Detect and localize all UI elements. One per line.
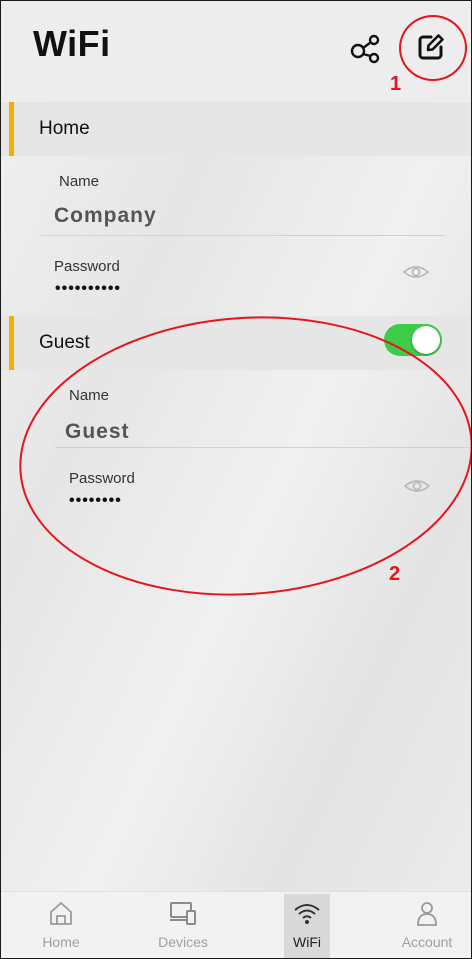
home-icon [50, 902, 72, 925]
page-title: WiFi [33, 23, 111, 64]
home-network-name[interactable]: Company [54, 204, 157, 228]
name-label: Name [59, 173, 100, 190]
eye-icon[interactable] [402, 263, 430, 281]
callout-number-2: 2 [389, 563, 401, 585]
account-icon [417, 902, 437, 926]
section-home: Home [1, 102, 471, 156]
nav-label-home: Home [42, 934, 80, 950]
nav-item-account[interactable]: Account [382, 892, 471, 958]
wifi-icon [294, 904, 320, 924]
share-button[interactable] [348, 31, 384, 67]
callout-circle-1 [399, 15, 467, 81]
app-screen: WiFi 1 Home Name Company Password ••••••… [0, 0, 472, 959]
nav-item-devices[interactable]: Devices [138, 892, 228, 958]
home-password-value[interactable]: •••••••••• [55, 280, 121, 298]
nav-label-wifi: WiFi [293, 934, 321, 950]
nav-item-home[interactable]: Home [16, 892, 106, 958]
divider [41, 235, 445, 236]
nav-item-wifi[interactable]: WiFi [262, 892, 352, 958]
nav-label-account: Account [401, 934, 453, 950]
callout-number-1: 1 [390, 73, 402, 95]
bottom-nav: Home Devices WiFi Account [1, 891, 471, 958]
section-label-home: Home [39, 118, 90, 139]
password-label: Password [54, 258, 120, 275]
header: WiFi 1 [1, 1, 471, 101]
devices-icon [170, 902, 196, 925]
section-accent-bar [9, 102, 14, 156]
callout-ellipse-2 [19, 316, 471, 596]
share-icon [350, 34, 380, 64]
nav-label-devices: Devices [158, 934, 208, 950]
